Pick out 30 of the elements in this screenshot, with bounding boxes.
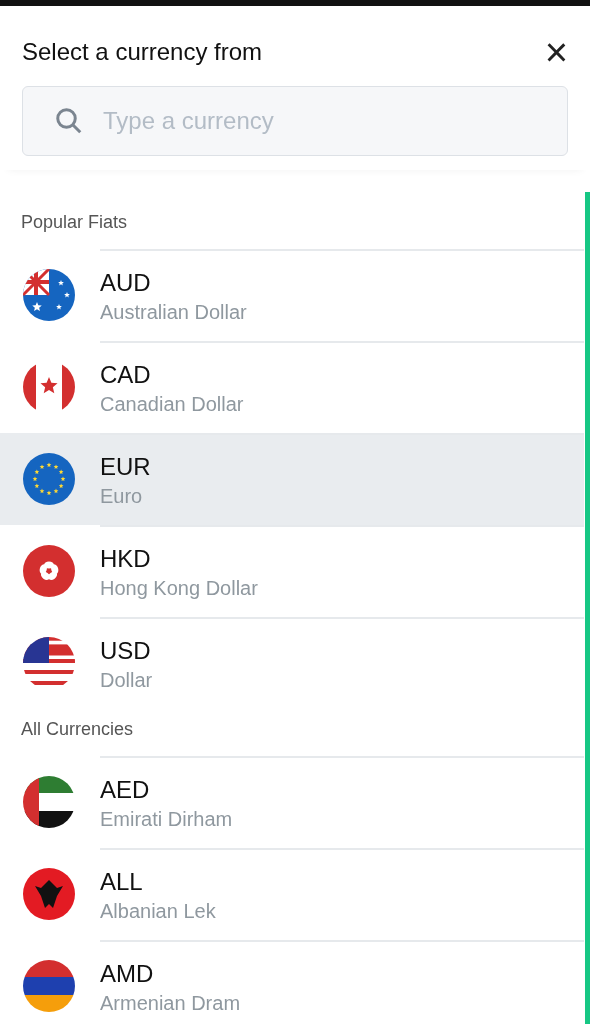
flag-icon (23, 960, 75, 1012)
flag-icon (23, 269, 75, 321)
currency-code: USD (100, 636, 152, 665)
currency-row[interactable]: EUR Euro (0, 433, 584, 525)
currency-name: Armenian Dram (100, 991, 242, 1015)
close-button[interactable]: × (540, 32, 572, 72)
dialog-title: Select a currency from (22, 38, 263, 66)
currency-name: Australian Dollar (100, 300, 248, 324)
currency-name: Albanian Lek (100, 899, 217, 923)
flag-icon (23, 868, 75, 920)
currency-code: CAD (100, 360, 152, 389)
currency-name: Dollar (100, 668, 154, 692)
flag-icon (23, 545, 75, 597)
currency-code: AUD (100, 268, 152, 297)
currency-name: Emirati Dirham (100, 807, 234, 831)
currency-name: Euro (100, 484, 144, 508)
currency-code: HKD (100, 544, 152, 573)
flag-icon (23, 776, 75, 828)
currency-code: ALL (100, 867, 144, 896)
search-field[interactable]: Type a currency (22, 86, 568, 156)
currency-code: AMD (100, 959, 155, 988)
search-icon (54, 106, 84, 136)
section-title: Popular Fiats (20, 211, 129, 234)
flag-icon (23, 453, 75, 505)
currency-code: AED (100, 775, 151, 804)
section-title: All Currencies (20, 718, 135, 741)
currency-name: Canadian Dollar (100, 392, 245, 416)
currency-name: Hong Kong Dollar (100, 576, 259, 600)
scrollbar[interactable] (585, 192, 590, 1024)
currency-code: EUR (100, 452, 152, 481)
